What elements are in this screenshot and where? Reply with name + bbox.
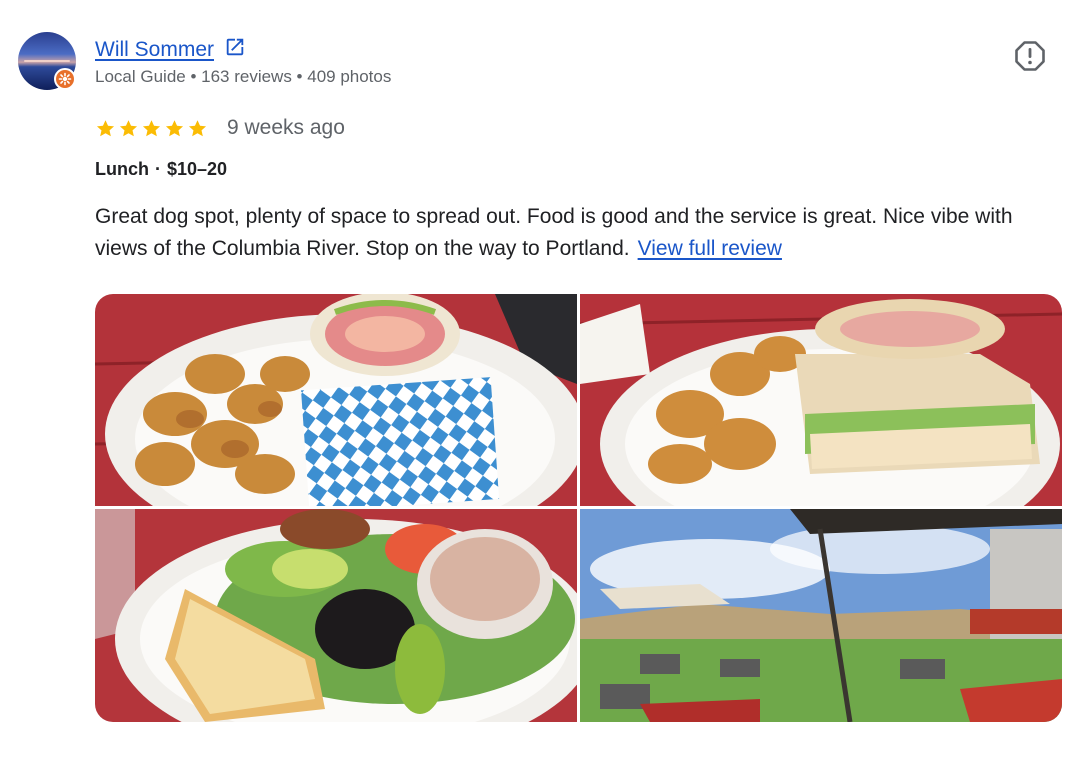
open-in-new-icon[interactable]	[224, 36, 246, 63]
meal-tag: Lunch	[95, 159, 149, 179]
reviewer-name-row: Will Sommer	[95, 36, 246, 63]
review-photo-3[interactable]	[95, 509, 577, 722]
reviewer-avatar[interactable]	[18, 32, 76, 90]
photo-gallery	[95, 294, 1062, 722]
view-full-review-link[interactable]: View full review	[638, 237, 782, 260]
review-text: Great dog spot, plenty of space to sprea…	[95, 201, 1055, 265]
report-flag-icon	[1014, 40, 1046, 77]
tag-separator: ·	[155, 159, 161, 179]
avatar-horizon	[24, 60, 70, 62]
star-icon	[165, 119, 184, 136]
rating-row: 9 weeks ago	[95, 116, 345, 140]
star-rating	[95, 118, 208, 139]
review-photo-1[interactable]	[95, 294, 577, 506]
local-guide-badge-icon	[54, 68, 76, 90]
reviewer-name-link[interactable]: Will Sommer	[95, 38, 214, 62]
review-body: Great dog spot, plenty of space to sprea…	[95, 205, 1013, 260]
reviewer-meta: Local Guide • 163 reviews • 409 photos	[95, 67, 392, 86]
price-tag: $10–20	[167, 159, 228, 179]
review-tags: Lunch · $10–20	[95, 159, 227, 180]
review-time: 9 weeks ago	[227, 116, 345, 139]
star-icon	[188, 119, 207, 136]
review-photo-2[interactable]	[580, 294, 1062, 506]
report-button[interactable]	[1012, 40, 1048, 76]
review-photo-4[interactable]	[580, 509, 1062, 722]
star-icon	[96, 119, 115, 136]
star-icon	[142, 119, 161, 136]
star-icon	[119, 119, 138, 136]
